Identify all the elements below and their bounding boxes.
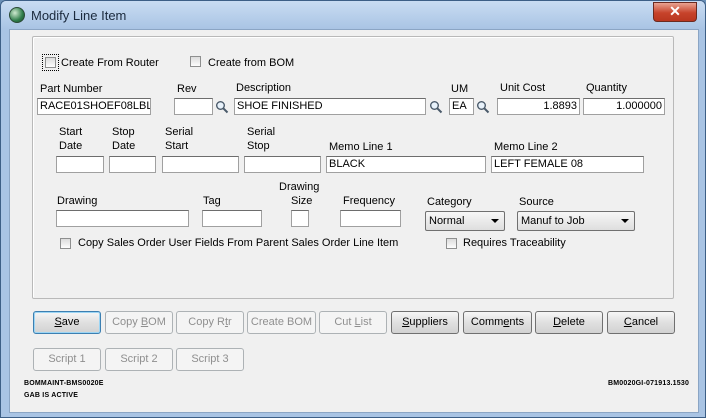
um-field[interactable]: EA	[449, 98, 474, 115]
chevron-down-icon	[491, 219, 499, 223]
start-date-field[interactable]	[56, 156, 104, 173]
memo-line-1-field[interactable]: BLACK	[326, 156, 486, 173]
stop-date-field[interactable]	[109, 156, 156, 173]
line-item-groupbox: Create From Router Create from BOM Part …	[32, 36, 674, 299]
source-selected-value: Manuf to Job	[521, 215, 585, 227]
rev-label: Rev	[177, 83, 197, 95]
create-from-router-checkbox[interactable]	[42, 54, 59, 71]
window-title: Modify Line Item	[31, 8, 127, 23]
unit-cost-label: Unit Cost	[500, 82, 546, 94]
create-from-router-label: Create From Router	[61, 57, 159, 69]
requires-traceability-label: Requires Traceability	[463, 237, 566, 249]
script-1-button[interactable]: Script 1	[33, 348, 101, 371]
close-button[interactable]: ✕	[653, 2, 697, 22]
memo-line-2-label: Memo Line 2	[494, 141, 558, 153]
unit-cost-field[interactable]: 1.8893	[497, 98, 580, 115]
description-lookup-icon[interactable]	[429, 100, 443, 114]
category-label: Category	[427, 196, 472, 208]
save-button[interactable]: Save	[33, 311, 101, 334]
script-2-button[interactable]: Script 2	[105, 348, 173, 371]
footer-status: GAB IS ACTIVE	[24, 392, 79, 399]
suppliers-button[interactable]: Suppliers	[391, 311, 459, 334]
modify-line-item-window: Modify Line Item ✕ Create From Router Cr…	[0, 0, 706, 418]
serial-start-label-1: Serial	[165, 126, 194, 138]
copy-bom-button[interactable]: Copy BOM	[105, 311, 173, 334]
category-selected-value: Normal	[429, 215, 465, 227]
cancel-button[interactable]: Cancel	[607, 311, 675, 334]
drawing-size-label-2: Size	[291, 195, 313, 207]
serial-start-field[interactable]	[162, 156, 239, 173]
source-label: Source	[519, 196, 554, 208]
category-select[interactable]: Normal	[425, 211, 505, 231]
rev-lookup-icon[interactable]	[215, 100, 229, 114]
memo-line-2-field[interactable]: LEFT FEMALE 08	[491, 156, 644, 173]
serial-stop-label-1: Serial	[247, 126, 276, 138]
serial-start-label-2: Start	[165, 140, 189, 152]
drawing-size-field[interactable]	[291, 210, 309, 227]
memo-line-1-label: Memo Line 1	[329, 141, 393, 153]
copy-sales-order-fields-label: Copy Sales Order User Fields From Parent…	[78, 237, 399, 249]
um-lookup-icon[interactable]	[476, 100, 490, 114]
requires-traceability-checkbox[interactable]	[446, 238, 457, 249]
start-date-label-1: Start	[59, 126, 83, 138]
description-field[interactable]: SHOE FINISHED	[234, 98, 426, 115]
frequency-label: Frequency	[343, 195, 395, 207]
script-3-button[interactable]: Script 3	[176, 348, 244, 371]
part-number-label: Part Number	[40, 83, 103, 95]
stop-date-label-2: Date	[112, 140, 136, 152]
drawing-field[interactable]	[56, 210, 189, 227]
drawing-label: Drawing	[57, 195, 98, 207]
copy-sales-order-fields-checkbox[interactable]	[60, 238, 71, 249]
cut-list-button[interactable]: Cut List	[319, 311, 387, 334]
comments-button[interactable]: Comments	[463, 311, 532, 334]
rev-field[interactable]	[174, 98, 213, 115]
app-globe-icon	[9, 7, 25, 23]
chevron-down-icon	[621, 219, 629, 223]
description-label: Description	[236, 82, 292, 94]
delete-button[interactable]: Delete	[535, 311, 603, 334]
create-from-bom-checkbox[interactable]	[190, 56, 201, 67]
copy-rtr-button[interactable]: Copy Rtr	[176, 311, 244, 334]
serial-stop-label-2: Stop	[247, 140, 270, 152]
footer-version: BM0020GI-071913.1530	[608, 380, 690, 387]
footer-program-id: BOMMAINT-BMS0020E	[24, 380, 104, 387]
dialog-client-area: Create From Router Create from BOM Part …	[9, 29, 699, 413]
title-bar[interactable]: Modify Line Item ✕	[1, 1, 705, 29]
tag-label: Tag	[203, 195, 221, 207]
part-number-field[interactable]: RACE01SHOEF08LBLK	[37, 98, 151, 115]
tag-field[interactable]	[202, 210, 262, 227]
close-icon: ✕	[669, 3, 681, 19]
serial-stop-field[interactable]	[244, 156, 321, 173]
stop-date-label-1: Stop	[112, 126, 135, 138]
um-label: UM	[451, 83, 469, 95]
frequency-field[interactable]	[340, 210, 401, 227]
create-from-bom-label: Create from BOM	[208, 57, 295, 69]
quantity-label: Quantity	[586, 82, 627, 94]
drawing-size-label-1: Drawing	[279, 181, 320, 193]
source-select[interactable]: Manuf to Job	[517, 211, 635, 231]
start-date-label-2: Date	[59, 140, 83, 152]
create-bom-button[interactable]: Create BOM	[247, 311, 316, 334]
quantity-field[interactable]: 1.000000	[583, 98, 665, 115]
